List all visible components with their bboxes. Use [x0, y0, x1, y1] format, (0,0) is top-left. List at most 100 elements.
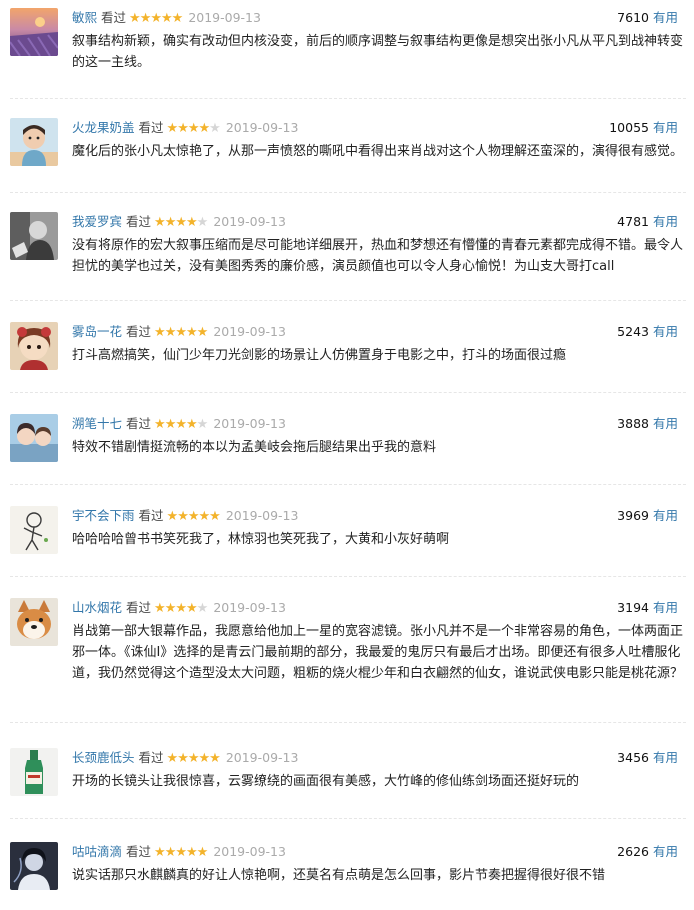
- anime-girl-avatar[interactable]: [10, 322, 58, 370]
- vote-block: 10055 有用: [609, 118, 678, 138]
- vote-block: 5243 有用: [617, 322, 678, 342]
- star-filled-icon: ★: [196, 325, 209, 340]
- useful-button[interactable]: 有用: [653, 600, 678, 615]
- comment-date: 2019-09-13: [188, 10, 261, 25]
- vote-block: 4781 有用: [617, 212, 678, 232]
- star-filled-icon: ★: [164, 215, 177, 230]
- username-link[interactable]: 敏熙: [72, 10, 97, 25]
- star-filled-icon: ★: [175, 601, 187, 616]
- star-filled-icon: ★: [154, 601, 166, 616]
- watched-label: 看过: [138, 508, 164, 523]
- divider: [10, 722, 686, 723]
- rating-stars: ★★★★★: [154, 215, 209, 230]
- watched-label: 看过: [126, 844, 152, 859]
- username-link[interactable]: 雾岛一花: [72, 324, 122, 339]
- comment-date: 2019-09-13: [225, 508, 299, 523]
- vote-count: 10055: [609, 120, 649, 135]
- star-filled-icon: ★: [186, 845, 198, 860]
- lavender-field-avatar[interactable]: [10, 8, 58, 56]
- star-filled-icon: ★: [186, 325, 198, 340]
- anime-couple-avatar[interactable]: [10, 414, 58, 462]
- comment-date: 2019-09-13: [225, 750, 299, 765]
- child-photo-avatar[interactable]: [10, 118, 58, 166]
- vote-block: 3456 有用: [617, 748, 678, 768]
- username-link[interactable]: 我爱罗宾: [72, 214, 122, 229]
- star-filled-icon: ★: [166, 509, 179, 524]
- divider: [10, 192, 686, 193]
- divider: [10, 392, 686, 393]
- username-link[interactable]: 山水烟花: [72, 600, 122, 615]
- comment-text: 打斗高燃搞笑，仙门少年刀光剑影的场景让人仿佛置身于电影之中，打斗的场面很过瘾: [72, 348, 567, 363]
- star-filled-icon: ★: [187, 121, 200, 136]
- watched-label: 看过: [126, 416, 152, 431]
- comment-item: 敏熙 看过 ★★★★★ 2019-09-13 7610 有用 叙事结构新颖，确实有改动但…: [0, 0, 694, 96]
- comment-date: 2019-09-13: [213, 214, 286, 229]
- useful-button[interactable]: 有用: [653, 214, 678, 229]
- comment-item: 咕咕滴滴 看过 ★★★★★ 2019-09-13 2626 有用 说实话那只水麒麟真的好…: [0, 834, 694, 910]
- comment-text: 肖战第一部大银幕作品，我愿意给他加上一星的宽容滤镜。张小凡并不是一个非常容易的角…: [72, 624, 684, 681]
- rating-stars: ★★★★★: [154, 417, 208, 432]
- username-link[interactable]: 长颈鹿低头: [72, 750, 135, 765]
- useful-button[interactable]: 有用: [653, 844, 678, 859]
- bottle-avatar[interactable]: [10, 748, 58, 796]
- star-filled-icon: ★: [139, 11, 152, 26]
- comment-item: 宇不会下雨 看过 ★★★★★ 2019-09-13 3969 有用 哈哈哈哈曾书书笑死我…: [0, 498, 694, 578]
- vote-block: 3969 有用: [617, 506, 678, 526]
- comment-text: 说实话那只水麒麟真的好让人惊艳啊，还莫名有点萌是怎么回事，影片节奏把握得很好很不…: [72, 868, 606, 883]
- watched-label: 看过: [126, 600, 152, 615]
- useful-button[interactable]: 有用: [653, 324, 678, 339]
- username-link[interactable]: 宇不会下雨: [72, 508, 135, 523]
- username-link[interactable]: 火龙果奶盖: [72, 120, 135, 135]
- star-filled-icon: ★: [161, 11, 173, 26]
- useful-button[interactable]: 有用: [653, 120, 678, 135]
- sketch-figure-avatar[interactable]: [10, 506, 58, 554]
- bw-photo-avatar[interactable]: [10, 212, 58, 260]
- comment-item: 我爱罗宾 看过 ★★★★★ 2019-09-13 4781 有用 没有将原作的宏大叙事压…: [0, 204, 694, 300]
- useful-button[interactable]: 有用: [653, 416, 678, 431]
- star-filled-icon: ★: [186, 215, 198, 230]
- vote-block: 2626 有用: [617, 842, 678, 862]
- watched-label: 看过: [126, 214, 152, 229]
- rating-stars: ★★★★★: [129, 11, 183, 26]
- watched-label: 看过: [126, 324, 152, 339]
- star-empty-icon: ★: [196, 215, 209, 230]
- divider: [10, 818, 686, 819]
- comment-text: 魔化后的张小凡太惊艳了，从那一声愤怒的嘶吼中看得出来肖战对这个人物理解还蛮深的，…: [72, 144, 684, 159]
- vote-block: 3888 有用: [617, 414, 678, 434]
- comment-text: 没有将原作的宏大叙事压缩而是尽可能地详细展开，热血和梦想还有懵懂的青春元素都完成…: [72, 238, 684, 274]
- rating-stars: ★★★★★: [154, 845, 208, 860]
- dark-portrait-avatar[interactable]: [10, 842, 58, 890]
- useful-button[interactable]: 有用: [653, 508, 678, 523]
- shiba-dog-avatar[interactable]: [10, 598, 58, 646]
- username-link[interactable]: 溯笔十七: [72, 416, 122, 431]
- username-link[interactable]: 咕咕滴滴: [72, 844, 122, 859]
- watched-label: 看过: [138, 750, 164, 765]
- star-filled-icon: ★: [175, 845, 187, 860]
- star-filled-icon: ★: [164, 845, 177, 860]
- comment-meta: 我爱罗宾 看过 ★★★★★ 2019-09-13 4781 有用: [72, 212, 686, 232]
- watched-label: 看过: [138, 120, 164, 135]
- rating-stars: ★★★★★: [167, 751, 221, 766]
- star-filled-icon: ★: [198, 121, 211, 136]
- useful-button[interactable]: 有用: [653, 10, 678, 25]
- comment-meta: 火龙果奶盖 看过 ★★★★★ 2019-09-13 10055 有用: [72, 118, 686, 138]
- star-filled-icon: ★: [129, 11, 141, 26]
- vote-count: 3456: [617, 750, 649, 765]
- star-filled-icon: ★: [175, 215, 187, 230]
- comment-text: 叙事结构新颖，确实有改动但内核没变，前后的顺序调整与叙事结构更像是想突出张小凡从…: [72, 34, 684, 70]
- useful-button[interactable]: 有用: [653, 750, 678, 765]
- comment-meta: 敏熙 看过 ★★★★★ 2019-09-13 7610 有用: [72, 8, 686, 28]
- rating-stars: ★★★★★: [166, 509, 221, 524]
- rating-stars: ★★★★★: [154, 325, 209, 340]
- star-filled-icon: ★: [186, 601, 198, 616]
- comment-date: 2019-09-13: [213, 844, 286, 859]
- star-filled-icon: ★: [177, 121, 189, 136]
- star-filled-icon: ★: [177, 509, 189, 524]
- vote-count: 3888: [617, 416, 649, 431]
- star-filled-icon: ★: [186, 417, 198, 432]
- vote-count: 3969: [617, 508, 649, 523]
- star-filled-icon: ★: [164, 325, 177, 340]
- divider: [10, 300, 686, 301]
- comment-text: 开场的长镜头让我很惊喜，云雾缭绕的画面很有美感，大竹峰的修仙练剑场面还挺好玩的: [72, 774, 580, 789]
- comment-item: 长颈鹿低头 看过 ★★★★★ 2019-09-13 3456 有用 开场的长镜头让我很惊…: [0, 740, 694, 820]
